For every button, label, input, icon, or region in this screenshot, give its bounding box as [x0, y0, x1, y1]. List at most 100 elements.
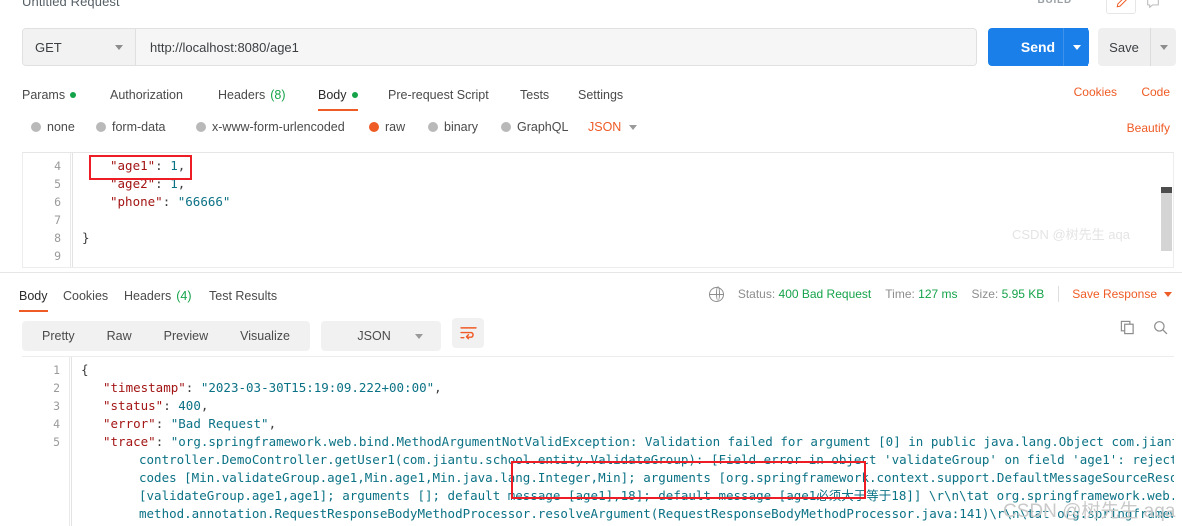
method-select[interactable]: GET — [23, 29, 136, 65]
cookies-link[interactable]: Cookies — [1074, 85, 1117, 99]
save-response-label: Save Response — [1072, 287, 1157, 301]
body-format-select[interactable]: JSON — [588, 120, 638, 134]
method-label: GET — [35, 39, 62, 55]
json-tail: , — [200, 398, 209, 413]
code-line: "status": 400, — [103, 398, 209, 413]
tab-label: Settings — [578, 88, 624, 102]
request-scrollbar[interactable] — [1161, 153, 1172, 267]
response-body-editor[interactable]: 1 2 3 4 5 { "timestamp": "2023-03-30T15:… — [22, 356, 1174, 526]
status-badge: Status: 400 Bad Request — [738, 287, 871, 301]
json-punct: { — [81, 362, 89, 377]
radio-icon — [428, 122, 438, 132]
save-button[interactable]: Save — [1098, 28, 1150, 66]
divider — [1058, 286, 1060, 302]
request-body-editor[interactable]: 4 5 6 7 8 9 "age1": 1, "age2": 1, "phone… — [22, 152, 1174, 268]
time-value: 127 ms — [918, 287, 958, 301]
tab-label: Headers — [124, 289, 172, 303]
tab-authorization[interactable]: Authorization — [110, 82, 183, 108]
size-value: 5.95 KB — [1001, 287, 1045, 301]
line-number: 2 — [53, 381, 60, 395]
tab-label: Cookies — [63, 289, 109, 303]
size-badge: Size: 5.95 KB — [972, 287, 1045, 301]
body-type-form-data[interactable]: form-data — [96, 120, 166, 134]
method-url-group: GET http://localhost:8080/age1 — [22, 28, 977, 66]
json-key: "trace" — [103, 434, 156, 449]
response-gutter: 1 2 3 4 5 — [22, 357, 70, 526]
time-badge: Time: 127 ms — [885, 287, 957, 301]
tab-pre-request-script[interactable]: Pre-request Script — [388, 82, 489, 108]
json-tail: , — [177, 176, 186, 191]
modified-dot-icon — [351, 92, 358, 98]
mode-preview[interactable]: Preview — [148, 329, 224, 343]
comment-icon[interactable] — [1138, 0, 1168, 14]
pencil-icon[interactable] — [1106, 0, 1136, 14]
tab-params[interactable]: Params — [22, 82, 77, 108]
line-number: 1 — [53, 363, 60, 377]
build-label: BUILD — [1037, 0, 1072, 6]
mode-raw[interactable]: Raw — [91, 329, 148, 343]
beautify-button[interactable]: Beautify — [1127, 121, 1170, 135]
globe-icon — [708, 286, 724, 302]
search-icon[interactable] — [1153, 320, 1168, 340]
json-key: "phone" — [110, 194, 163, 209]
tab-settings[interactable]: Settings — [578, 82, 623, 108]
trace-wrap-line: codes [Min.validateGroup.age1,Min.age1,M… — [139, 470, 1174, 485]
json-value: 400 — [178, 398, 201, 413]
response-status-bar: Status: 400 Bad Request Time: 127 ms Siz… — [708, 283, 1172, 305]
tab-label: Body — [318, 88, 347, 102]
response-format-select[interactable]: JSON — [321, 321, 441, 351]
json-key: "error" — [103, 416, 156, 431]
json-value: "Bad Request" — [170, 416, 269, 431]
mode-pretty[interactable]: Pretty — [26, 329, 91, 343]
tab-tests[interactable]: Tests — [520, 82, 549, 108]
request-scrollbar-thumb[interactable] — [1161, 193, 1172, 251]
response-format-label: JSON — [357, 329, 391, 343]
body-type-label: GraphQL — [517, 120, 569, 134]
response-tab-test-results[interactable]: Test Results — [209, 283, 277, 309]
size-label: Size: — [971, 287, 999, 301]
body-type-label: form-data — [112, 120, 166, 134]
response-tab-headers[interactable]: Headers (4) — [124, 283, 192, 309]
body-type-raw[interactable]: raw — [369, 120, 405, 134]
code-link[interactable]: Code — [1141, 85, 1170, 99]
url-bar-row: GET http://localhost:8080/age1 Send Save — [0, 22, 1182, 76]
request-gutter: 4 5 6 7 8 9 — [23, 153, 71, 267]
mode-visualize[interactable]: Visualize — [224, 329, 306, 343]
json-key: "status" — [103, 398, 164, 413]
response-view-toolbar: Pretty Raw Preview Visualize JSON — [22, 318, 485, 351]
body-type-urlencoded[interactable]: x-www-form-urlencoded — [196, 120, 345, 134]
save-options-button[interactable] — [1150, 28, 1176, 66]
tab-headers[interactable]: Headers (8) — [218, 82, 286, 108]
line-number: 8 — [54, 231, 61, 245]
json-sep: : — [155, 176, 171, 191]
body-type-binary[interactable]: binary — [428, 120, 478, 134]
json-key: "age2" — [110, 176, 156, 191]
response-mode-group: Pretty Raw Preview Visualize — [22, 321, 310, 351]
save-response-button[interactable]: Save Response — [1072, 287, 1172, 301]
line-number: 6 — [54, 195, 61, 209]
code-line: "age1": 1, — [110, 157, 185, 175]
json-value: 1 — [170, 158, 178, 173]
title-bar-icons — [1106, 0, 1168, 14]
line-number: 7 — [54, 213, 61, 227]
body-type-graphql[interactable]: GraphQL — [501, 120, 568, 134]
json-value: "2023-03-30T15:19:09.222+00:00" — [200, 380, 435, 395]
json-tail: , — [268, 416, 277, 431]
body-type-none[interactable]: none — [31, 120, 75, 134]
tab-body[interactable]: Body — [318, 82, 358, 111]
headers-count: (4) — [176, 289, 192, 303]
radio-icon — [31, 122, 41, 132]
response-tab-body[interactable]: Body — [19, 283, 48, 312]
request-code-area[interactable]: "age1": 1, "age2": 1, "phone": "66666" } — [72, 153, 1173, 267]
word-wrap-icon[interactable] — [452, 318, 485, 348]
chevron-down-icon — [414, 333, 423, 339]
send-options-button[interactable] — [1063, 28, 1089, 66]
copy-icon[interactable] — [1120, 320, 1135, 340]
trace-wrap-line: [validateGroup.age1,age1]; arguments [];… — [139, 488, 1174, 503]
code-line: "error": "Bad Request", — [103, 416, 277, 431]
code-line: { — [81, 361, 89, 379]
radio-icon — [196, 122, 206, 132]
json-value: 1 — [170, 176, 178, 191]
response-tab-cookies[interactable]: Cookies — [63, 283, 108, 309]
url-input[interactable]: http://localhost:8080/age1 — [136, 29, 976, 65]
